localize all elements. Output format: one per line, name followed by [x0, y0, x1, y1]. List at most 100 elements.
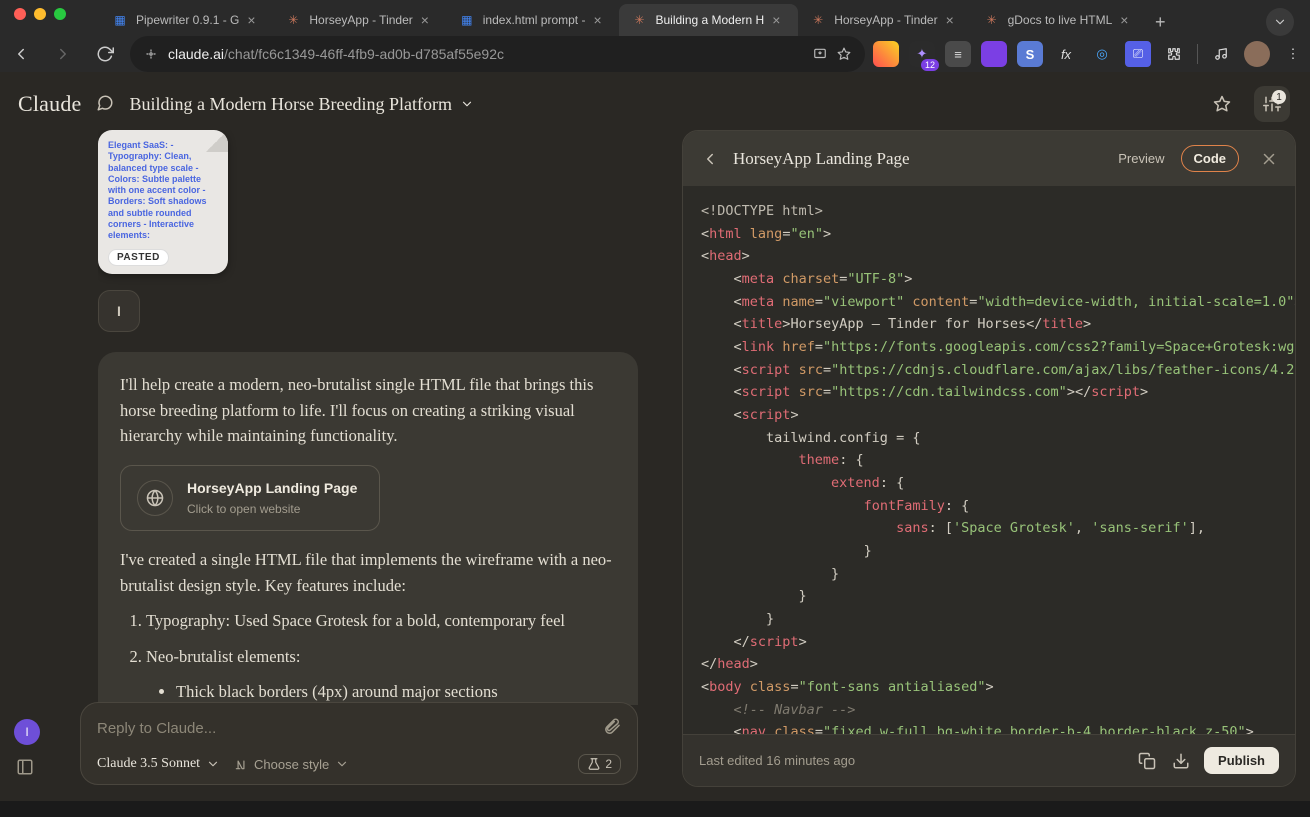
tab-strip: ▦ Pipewriter 0.9.1 - G × ✳ HorseyApp - T…: [0, 0, 1310, 36]
sidebar-toggle-button[interactable]: [16, 758, 34, 781]
claude-icon: ✳: [631, 12, 647, 28]
settings-sliders-button[interactable]: 1: [1254, 86, 1290, 122]
code-tab[interactable]: Code: [1181, 145, 1240, 172]
extension-icon[interactable]: [873, 41, 899, 67]
claude-icon: ✳: [285, 12, 301, 28]
download-button[interactable]: [1170, 752, 1192, 770]
list-item: Typography: Used Space Grotesk for a bol…: [146, 608, 616, 634]
style-label: Choose style: [254, 757, 329, 772]
chrome-menu-icon[interactable]: ⋮: [1280, 41, 1306, 67]
copy-button[interactable]: [1136, 752, 1158, 770]
assistant-text: I've created a single HTML file that imp…: [120, 547, 616, 598]
media-control-icon[interactable]: [1208, 41, 1234, 67]
url-bar[interactable]: claude.ai/chat/fc6c1349-46ff-4fb9-ad0b-d…: [130, 36, 865, 72]
claude-logo[interactable]: Claude: [18, 91, 82, 117]
extension-icon[interactable]: [981, 41, 1007, 67]
list-item-text: Neo-brutalist elements:: [146, 647, 300, 666]
nav-back-button[interactable]: [4, 37, 38, 71]
model-selector[interactable]: Claude 3.5 Sonnet: [97, 756, 220, 772]
artifact-card-title: HorseyApp Landing Page: [187, 478, 357, 500]
settings-badge: 1: [1272, 90, 1286, 104]
window-close[interactable]: [14, 8, 26, 20]
bookmark-star-icon[interactable]: [837, 47, 851, 61]
attach-icon[interactable]: [603, 717, 621, 740]
browser-tab[interactable]: ✳ gDocs to live HTML ×: [972, 4, 1147, 36]
chevron-down-icon: [460, 97, 474, 111]
claude-icon: ✳: [810, 12, 826, 28]
tab-title: HorseyApp - Tinder: [834, 13, 937, 27]
artifact-card-subtitle: Click to open website: [187, 500, 357, 519]
pasted-attachment[interactable]: Elegant SaaS: - Typography: Clean, balan…: [98, 130, 228, 274]
artifact-title: HorseyApp Landing Page: [733, 149, 1094, 169]
tab-close-icon[interactable]: ×: [772, 13, 786, 27]
message-input[interactable]: Reply to Claude... Claude 3.5 Sonnet Cho…: [80, 702, 638, 785]
beaker-icon: [587, 757, 601, 771]
extension-icon[interactable]: ≡: [945, 41, 971, 67]
extensions-puzzle-icon[interactable]: [1161, 41, 1187, 67]
extension-icon[interactable]: ✦: [909, 41, 935, 67]
input-placeholder: Reply to Claude...: [97, 720, 603, 737]
site-settings-icon[interactable]: [144, 47, 158, 61]
user-avatar: I: [98, 290, 140, 332]
url-text: claude.ai/chat/fc6c1349-46ff-4fb9-ad0b-d…: [168, 46, 803, 62]
code-viewer[interactable]: <!DOCTYPE html> <html lang="en"> <head> …: [683, 186, 1295, 734]
profile-avatar[interactable]: [1244, 41, 1270, 67]
artifact-back-button[interactable]: [699, 150, 721, 168]
nav-reload-button[interactable]: [88, 37, 122, 71]
extension-icon[interactable]: ◎: [1089, 41, 1115, 67]
artifact-view-toggle: Preview Code: [1106, 145, 1239, 172]
tab-close-icon[interactable]: ×: [247, 13, 261, 27]
new-tab-button[interactable]: +: [1146, 8, 1174, 36]
extensions-area: ✦ ≡ S fx ◎ ⎚ ⋮: [873, 41, 1306, 67]
preview-tab[interactable]: Preview: [1106, 146, 1176, 171]
assistant-text: I'll help create a modern, neo-brutalist…: [120, 372, 616, 449]
tab-title: Building a Modern H: [655, 13, 764, 27]
browser-tab[interactable]: ✳ HorseyApp - Tinder ×: [273, 4, 446, 36]
gdocs-icon: ▦: [459, 12, 475, 28]
model-name: Claude 3.5 Sonnet: [97, 756, 200, 772]
browser-tab[interactable]: ▦ index.html prompt - ×: [447, 4, 620, 36]
style-selector[interactable]: Choose style: [234, 757, 349, 772]
window-zoom[interactable]: [54, 8, 66, 20]
extension-icon[interactable]: fx: [1053, 41, 1079, 67]
attachment-count[interactable]: 2: [578, 754, 621, 774]
count-text: 2: [605, 757, 612, 771]
user-avatar-small[interactable]: I: [14, 719, 40, 745]
browser-tab[interactable]: ▦ Pipewriter 0.9.1 - G ×: [100, 4, 273, 36]
browser-tab[interactable]: ✳ HorseyApp - Tinder ×: [798, 4, 971, 36]
window-minimize[interactable]: [34, 8, 46, 20]
tab-title: gDocs to live HTML: [1008, 13, 1113, 27]
list-item: Neo-brutalist elements: Thick black bord…: [146, 644, 616, 705]
tab-title: index.html prompt -: [483, 13, 586, 27]
tab-close-icon[interactable]: ×: [1120, 13, 1134, 27]
conversation-title-text: Building a Modern Horse Breeding Platfor…: [130, 94, 452, 115]
tab-overflow-button[interactable]: [1266, 8, 1294, 36]
artifact-last-edited: Last edited 16 minutes ago: [699, 753, 855, 768]
conversation-title[interactable]: Building a Modern Horse Breeding Platfor…: [130, 94, 474, 115]
pasted-preview-text: Elegant SaaS: - Typography: Clean, balan…: [108, 140, 218, 241]
globe-icon: [137, 480, 173, 516]
chat-icon: [96, 94, 116, 114]
browser-tab-active[interactable]: ✳ Building a Modern H ×: [619, 4, 798, 36]
tab-close-icon[interactable]: ×: [421, 13, 435, 27]
artifact-close-button[interactable]: [1259, 150, 1279, 168]
artifact-panel: HorseyApp Landing Page Preview Code <!DO…: [682, 130, 1296, 787]
install-app-icon[interactable]: [813, 47, 827, 61]
gdocs-icon: ▦: [112, 12, 128, 28]
assistant-message: I'll help create a modern, neo-brutalist…: [98, 352, 638, 705]
publish-button[interactable]: Publish: [1204, 747, 1279, 774]
nav-forward-button[interactable]: [46, 37, 80, 71]
extension-icon[interactable]: S: [1017, 41, 1043, 67]
artifact-card[interactable]: HorseyApp Landing Page Click to open web…: [120, 465, 380, 531]
tab-title: Pipewriter 0.9.1 - G: [136, 13, 239, 27]
claude-icon: ✳: [984, 12, 1000, 28]
font-icon: [234, 757, 248, 771]
extension-icon[interactable]: ⎚: [1125, 41, 1151, 67]
star-button[interactable]: [1204, 86, 1240, 122]
tab-close-icon[interactable]: ×: [946, 13, 960, 27]
chevron-down-icon: [206, 757, 220, 771]
pasted-badge: PASTED: [108, 249, 169, 266]
chevron-down-icon: [335, 757, 349, 771]
tab-close-icon[interactable]: ×: [593, 13, 607, 27]
divider: [1197, 44, 1198, 64]
